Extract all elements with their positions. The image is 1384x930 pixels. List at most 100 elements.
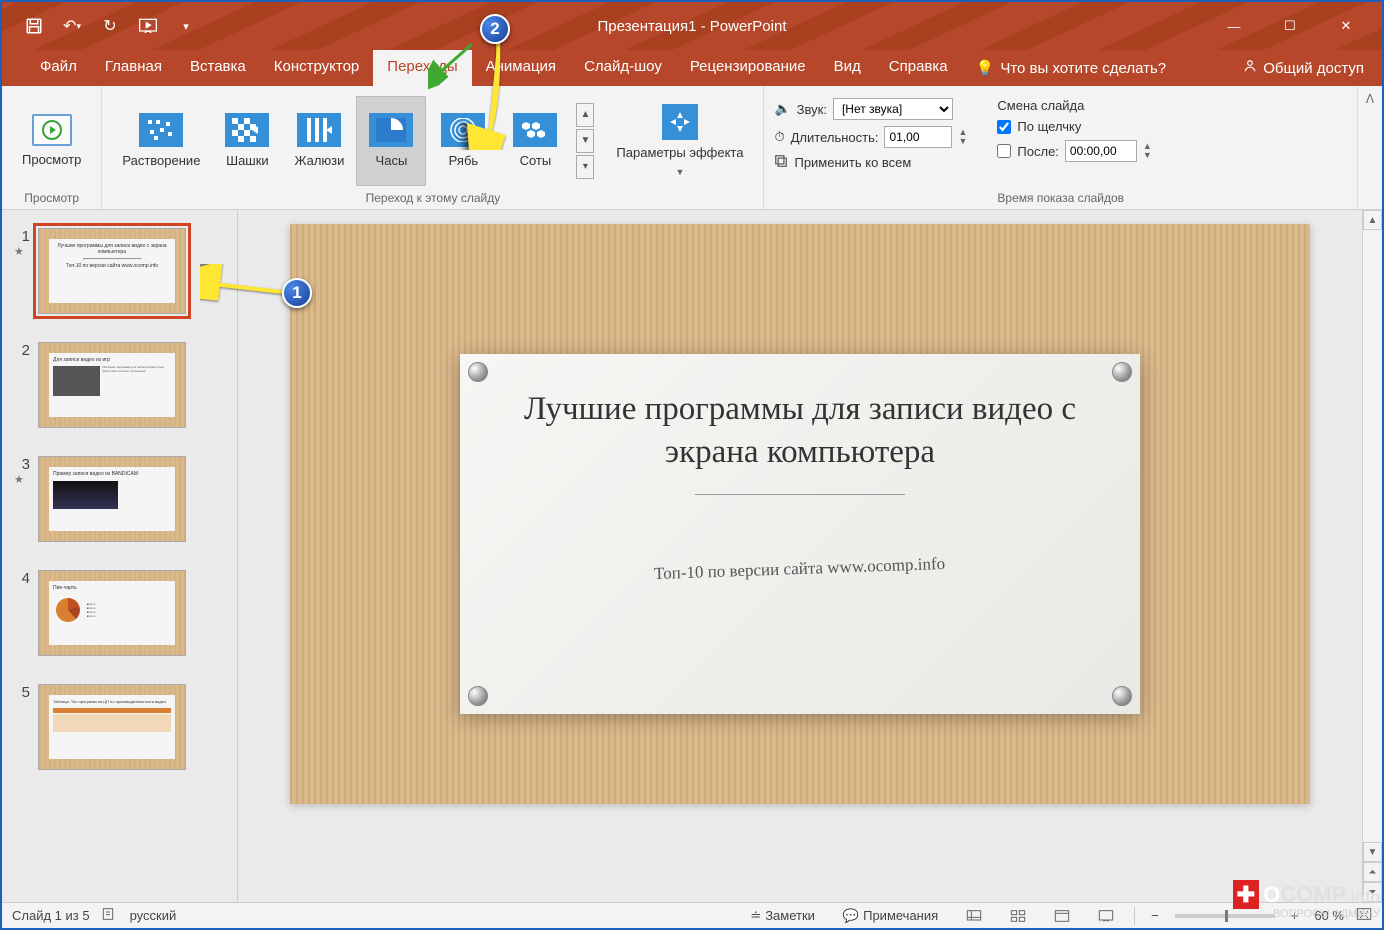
transition-blinds[interactable]: Жалюзи — [284, 96, 354, 186]
slideshow-icon[interactable] — [136, 14, 160, 38]
duration-spinner[interactable]: ▲▼ — [958, 128, 967, 146]
gallery-up-button[interactable]: ▲ — [576, 103, 594, 127]
thumb-5[interactable]: 5 Таблица: Топ программ на ЦП по произво… — [14, 684, 225, 770]
share-button[interactable]: Общий доступ — [1225, 50, 1382, 86]
notes-button[interactable]: ≐ Заметки — [742, 908, 823, 924]
transition-label: Шашки — [226, 153, 269, 168]
language-indicator[interactable]: русский — [130, 908, 177, 923]
thumb-number: 3 — [14, 456, 30, 473]
view-sorter-button[interactable] — [1002, 909, 1034, 923]
slide-subtitle-text[interactable]: Топ-10 по версии сайта www.ocomp.info — [654, 554, 946, 584]
thumb-slide[interactable]: Пие-чарть ■ item■ item■ item■ item — [38, 570, 186, 656]
slide-title-card[interactable]: Лучшие программы для записи видео с экра… — [460, 354, 1140, 714]
canvas-area: Лучшие программы для записи видео с экра… — [238, 210, 1382, 902]
share-label: Общий доступ — [1263, 60, 1364, 77]
tab-home[interactable]: Главная — [91, 50, 176, 86]
group-preview-label: Просмотр — [12, 189, 91, 205]
group-timing: 🔈 Звук: [Нет звука] ⏱ Длительность: ▲▼ — [764, 86, 1358, 209]
effect-options-button[interactable]: Параметры эффекта ▼ — [606, 96, 753, 186]
close-button[interactable]: ✕ — [1330, 14, 1362, 38]
thumb-3[interactable]: 3 ★ Пример записи видео из BANDICAM — [14, 456, 225, 542]
screw-icon — [1112, 362, 1132, 382]
after-checkbox[interactable] — [997, 144, 1011, 158]
advance-heading: Смена слайда — [997, 98, 1151, 113]
tab-file[interactable]: Файл — [26, 50, 91, 86]
minimize-button[interactable]: — — [1218, 14, 1250, 38]
apply-all-icon — [774, 154, 788, 171]
duration-input[interactable] — [884, 126, 952, 148]
scroll-down-button[interactable]: ▼ — [1363, 842, 1382, 862]
lightbulb-icon: 💡 — [976, 59, 995, 77]
comments-label: Примечания — [863, 908, 938, 923]
transition-label: Растворение — [122, 153, 200, 168]
transition-star-icon: ★ — [14, 245, 30, 258]
slide-counter[interactable]: Слайд 1 из 5 — [12, 908, 90, 923]
gallery-more-button[interactable]: ▾ — [576, 155, 594, 179]
sound-select[interactable]: [Нет звука] — [833, 98, 953, 120]
collapse-ribbon-button[interactable]: ᐱ — [1358, 86, 1382, 209]
redo-icon[interactable]: ↻ — [98, 14, 122, 38]
transition-clock[interactable]: Часы — [356, 96, 426, 186]
callout-badge-2: 2 — [480, 14, 510, 44]
thumb-slide[interactable]: Для записи видео из игр Описание програм… — [38, 342, 186, 428]
thumb-number: 5 — [14, 684, 30, 701]
transition-label: Соты — [520, 153, 552, 168]
thumb-slide[interactable]: Таблица: Топ программ на ЦП по производи… — [38, 684, 186, 770]
zoom-out-button[interactable]: − — [1147, 908, 1163, 923]
tell-me-search[interactable]: 💡 Что вы хотите сделать? — [962, 50, 1181, 86]
scroll-up-button[interactable]: ▲ — [1363, 210, 1382, 230]
thumb-4[interactable]: 4 Пие-чарть ■ item■ item■ item■ item — [14, 570, 225, 656]
sound-label: Звук: — [797, 102, 827, 117]
spellcheck-icon[interactable] — [102, 907, 118, 924]
after-input[interactable] — [1065, 140, 1137, 162]
after-label: После: — [1017, 144, 1059, 159]
slide-title-text[interactable]: Лучшие программы для записи видео с экра… — [500, 388, 1100, 474]
transition-label: Рябь — [449, 153, 479, 168]
gallery-down-button[interactable]: ▼ — [576, 129, 594, 153]
apply-all-label: Применить ко всем — [794, 155, 911, 170]
on-click-checkbox[interactable] — [997, 120, 1011, 134]
checkerboard-icon — [225, 113, 269, 147]
view-slideshow-button[interactable] — [1090, 909, 1122, 923]
thumb-slide[interactable]: Лучшие программы для записи видео с экра… — [38, 228, 186, 314]
slide[interactable]: Лучшие программы для записи видео с экра… — [290, 224, 1310, 804]
prev-slide-button[interactable]: ⏶ — [1363, 862, 1382, 882]
undo-icon[interactable]: ↶ ▾ — [60, 14, 84, 38]
ribbon: Просмотр Просмотр Растворение Шашки — [2, 86, 1382, 210]
tab-design[interactable]: Конструктор — [260, 50, 374, 86]
vertical-scrollbar[interactable]: ▲ ▼ ⏶ ⏷ — [1362, 210, 1382, 902]
thumb-number: 4 — [14, 570, 30, 587]
thumb-1[interactable]: 1 ★ Лучшие программы для записи видео с … — [14, 228, 225, 314]
preview-button[interactable]: Просмотр — [12, 96, 91, 186]
transition-dissolve[interactable]: Растворение — [112, 96, 210, 186]
clock-icon — [369, 113, 413, 147]
tell-me-label: Что вы хотите сделать? — [1000, 60, 1166, 77]
view-reading-button[interactable] — [1046, 909, 1078, 923]
duration-label: Длительность: — [791, 130, 879, 145]
tab-help[interactable]: Справка — [875, 50, 962, 86]
blinds-icon — [297, 113, 341, 147]
apply-all-button[interactable]: Применить ко всем — [774, 154, 967, 171]
dissolve-icon — [139, 113, 183, 147]
transition-label: Жалюзи — [294, 153, 344, 168]
save-icon[interactable] — [22, 14, 46, 38]
transition-checkerboard[interactable]: Шашки — [212, 96, 282, 186]
tab-review[interactable]: Рецензирование — [676, 50, 820, 86]
callout-arrow-2 — [428, 30, 538, 150]
maximize-button[interactable]: ☐ — [1274, 14, 1306, 38]
screw-icon — [468, 686, 488, 706]
qat-customize-icon[interactable]: ▾ — [174, 14, 198, 38]
comments-button[interactable]: 💬 Примечания — [835, 908, 946, 924]
tab-slideshow[interactable]: Слайд-шоу — [570, 50, 676, 86]
transition-label: Часы — [376, 153, 408, 168]
thumb-slide[interactable]: Пример записи видео из BANDICAM — [38, 456, 186, 542]
tab-insert[interactable]: Вставка — [176, 50, 260, 86]
tab-view[interactable]: Вид — [820, 50, 875, 86]
title-divider — [695, 494, 905, 495]
canvas-scroll[interactable]: Лучшие программы для записи видео с экра… — [238, 210, 1362, 902]
after-spinner[interactable]: ▲▼ — [1143, 142, 1152, 160]
thumb-2[interactable]: 2 Для записи видео из игр Описание прогр… — [14, 342, 225, 428]
view-normal-button[interactable] — [958, 909, 990, 923]
effect-options-label: Параметры эффекта — [616, 146, 743, 160]
window-title: Презентация1 - PowerPoint — [598, 18, 787, 35]
